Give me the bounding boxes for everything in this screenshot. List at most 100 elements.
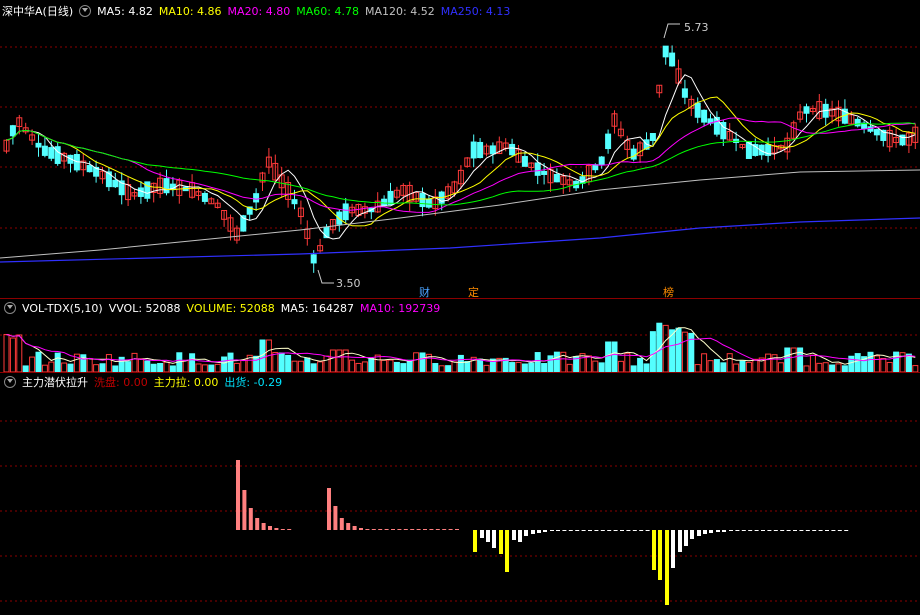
volume-bar bbox=[675, 327, 682, 372]
volume-bar bbox=[809, 354, 816, 372]
candle-body bbox=[253, 193, 260, 203]
volume-bar bbox=[694, 364, 701, 372]
volume-bar bbox=[829, 364, 836, 372]
volume-bar bbox=[611, 341, 618, 372]
distribution-bar bbox=[486, 530, 490, 542]
volume-bar bbox=[54, 352, 61, 372]
volume-bar bbox=[848, 355, 855, 372]
distribution-bar bbox=[684, 530, 688, 546]
distribution-bar bbox=[480, 530, 484, 538]
volume-bar bbox=[361, 361, 368, 372]
high-pointer bbox=[663, 23, 680, 39]
volume-bar bbox=[381, 359, 388, 372]
volume-bar bbox=[240, 359, 247, 372]
distribution-bar bbox=[607, 530, 612, 531]
distribution-bar bbox=[613, 530, 618, 531]
volume-bar bbox=[509, 362, 516, 372]
volume-bar bbox=[93, 364, 100, 372]
volume-bar bbox=[374, 354, 381, 372]
washout-bar bbox=[242, 490, 247, 530]
volume-bar bbox=[643, 363, 650, 372]
volume-bar bbox=[323, 355, 330, 372]
washout-bar bbox=[346, 523, 351, 530]
candle-body bbox=[553, 173, 560, 183]
washout-bar bbox=[448, 529, 453, 530]
volume-bar bbox=[227, 352, 234, 372]
washout-bar bbox=[333, 506, 338, 530]
volume-bar bbox=[214, 363, 221, 372]
volume-bar bbox=[278, 352, 285, 372]
distribution-bar bbox=[568, 530, 573, 531]
indicator-chart[interactable] bbox=[0, 373, 920, 615]
volume-bar bbox=[707, 360, 714, 372]
distribution-bar bbox=[722, 530, 726, 532]
candle-body bbox=[112, 179, 119, 188]
volume-bar bbox=[784, 347, 791, 372]
volume-bar bbox=[464, 361, 471, 372]
volume-bar bbox=[189, 353, 196, 372]
volume-chart[interactable] bbox=[0, 299, 920, 372]
washout-bar bbox=[442, 529, 447, 530]
distribution-bar bbox=[556, 530, 560, 531]
candlestick-chart[interactable] bbox=[0, 0, 920, 298]
distribution-bar bbox=[626, 530, 631, 531]
volume-bar bbox=[553, 351, 560, 372]
volume-bar bbox=[413, 352, 420, 372]
volume-bar bbox=[393, 361, 400, 372]
volume-bar bbox=[566, 363, 573, 372]
volume-bar bbox=[432, 363, 439, 372]
distribution-bar bbox=[575, 530, 580, 531]
distribution-bar bbox=[518, 530, 522, 542]
washout-bar bbox=[268, 526, 272, 530]
distribution-bar bbox=[543, 530, 547, 532]
volume-bar bbox=[598, 362, 605, 372]
distribution-bar bbox=[581, 530, 586, 531]
washout-bar bbox=[274, 528, 279, 530]
volume-bar bbox=[349, 359, 356, 372]
volume-bar bbox=[16, 334, 23, 372]
distribution-bar bbox=[812, 530, 817, 531]
volume-bar bbox=[835, 363, 842, 372]
volume-bar bbox=[125, 361, 132, 372]
volume-bar bbox=[777, 362, 784, 372]
volume-bar bbox=[637, 357, 644, 372]
volume-bar bbox=[528, 362, 535, 372]
candle-body bbox=[201, 192, 208, 202]
washout-bar bbox=[391, 529, 395, 530]
ma120-line bbox=[0, 169, 920, 259]
volume-bar bbox=[201, 364, 208, 372]
volume-bar bbox=[48, 361, 55, 372]
volume-panel[interactable]: VOL-TDX(5,10) VVOL: 52088 VOLUME: 52088 … bbox=[0, 299, 920, 372]
washout-bar bbox=[384, 529, 389, 530]
distribution-bar bbox=[767, 530, 772, 531]
distribution-bar bbox=[492, 530, 496, 548]
volume-bar bbox=[297, 360, 304, 372]
distribution-bar bbox=[754, 530, 759, 531]
volume-bar bbox=[745, 361, 752, 372]
candle-body bbox=[291, 199, 298, 205]
volume-bar bbox=[816, 362, 823, 372]
volume-bar bbox=[368, 357, 375, 372]
candle-body bbox=[41, 145, 48, 156]
distribution-bar bbox=[729, 530, 733, 531]
candle-body bbox=[137, 187, 144, 197]
price-panel[interactable]: 深中华A(日线) MA5: 4.82 MA10: 4.86 MA20: 4.80… bbox=[0, 0, 920, 299]
candle-body bbox=[669, 52, 676, 67]
candle-body bbox=[598, 156, 605, 166]
volume-bar bbox=[131, 352, 138, 372]
volume-bar bbox=[713, 359, 720, 372]
ma5-line bbox=[6, 74, 916, 240]
volume-bar bbox=[701, 353, 708, 372]
volume-bar bbox=[617, 360, 624, 372]
distribution-bar bbox=[831, 530, 836, 531]
volume-bar bbox=[592, 360, 599, 372]
volume-bar bbox=[886, 361, 893, 372]
candle-body bbox=[521, 156, 528, 167]
distribution-bar bbox=[825, 530, 829, 531]
volume-bar bbox=[451, 361, 458, 372]
indicator-panel[interactable]: 主力潜伏拉升 洗盘: 0.00 主力拉: 0.00 出货: -0.29 bbox=[0, 373, 920, 615]
volume-bar bbox=[765, 353, 772, 372]
distribution-bar bbox=[512, 530, 516, 540]
distribution-bar bbox=[786, 530, 791, 531]
volume-bar bbox=[880, 357, 887, 372]
